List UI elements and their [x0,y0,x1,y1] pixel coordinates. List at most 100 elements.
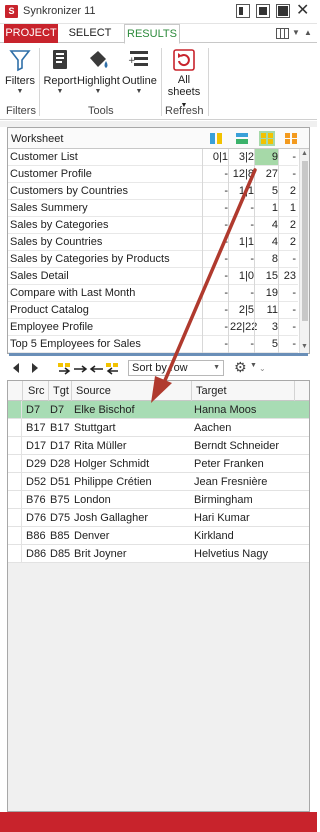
cell-count: 5 [271,185,278,197]
navigation-toolbar: Sort by row ▼ ⚙ ▼ ⌄ [7,358,310,379]
column-divider [202,149,203,353]
chevron-down-icon[interactable]: ▼ [250,362,257,369]
tgt-cell: D75 [50,512,71,524]
ribbon-divider [161,48,162,116]
title-bar: S Synkronizer 11 ✕ [0,0,317,24]
filters-button[interactable]: Filters ▼ [4,48,36,95]
column-count: - [224,304,228,316]
chevron-down-icon: ▼ [94,88,102,95]
table-row[interactable]: D76 D75 Josh Gallagher Hari Kumar [8,509,309,527]
src-cell: D17 [26,440,47,452]
row-count: - [250,338,254,350]
table-row[interactable]: D52 D51 Philippe Crétien Jean Fresnière [8,473,309,491]
cell-count: 9 [271,151,278,163]
target-cell: Berndt Schneider [194,440,279,452]
previous-icon[interactable] [13,363,19,373]
chevron-up-icon[interactable]: ▲ [304,28,312,37]
source-cell: Philippe Crétien [74,476,152,488]
jump-last-icon[interactable] [105,362,120,375]
column-header-src[interactable]: Src [28,385,45,397]
chevron-down-icon[interactable]: ▼ [292,28,300,37]
tgt-cell: D28 [50,458,71,470]
source-cell: Holger Schmidt [74,458,150,470]
table-row[interactable]: D86 D85 Brit Joyner Helvetius Nagy [8,545,309,563]
paint-bucket-icon [85,48,111,72]
all-sheets-label-line1: All [177,74,191,86]
row-header [8,491,22,509]
column-count: - [224,236,228,248]
table-row[interactable]: D17 D17 Rita Müller Berndt Schneider [8,437,309,455]
column-count: - [224,202,228,214]
column-header-target[interactable]: Target [196,385,227,397]
cell-differences-icon[interactable] [259,131,275,146]
layout-left-icon[interactable] [236,4,250,18]
cell-count: 11 [266,304,278,316]
tgt-cell: D7 [50,404,65,416]
table-row[interactable]: D7 D7 Elke Bischof Hanna Moos [8,401,309,419]
close-icon[interactable]: ✕ [296,2,309,20]
column-count: - [224,253,228,265]
panel-splitter[interactable] [9,353,308,356]
table-row[interactable]: B76 B75 London Birmingham [8,491,309,509]
column-divider [22,381,23,401]
target-cell: Hanna Moos [194,404,257,416]
more-icon[interactable]: ⌄ [259,364,266,373]
source-cell: London [74,494,111,506]
target-cell: Aachen [194,422,232,434]
outline-button[interactable]: + Outline ▼ [122,48,157,95]
cell-count: 19 [265,287,278,299]
table-row[interactable]: D29 D28 Holger Schmidt Peter Franken [8,455,309,473]
tab-select[interactable]: SELECT [62,24,118,43]
arrow-left-icon[interactable] [89,362,104,375]
layout-center-icon[interactable] [256,4,270,18]
row-header [8,509,22,527]
scroll-down-icon[interactable]: ▼ [301,343,308,350]
sort-dropdown[interactable]: Sort by row ▼ [128,360,224,376]
next-icon[interactable] [32,363,38,373]
filters-label: Filters [5,75,35,87]
column-header-source[interactable]: Source [76,385,111,397]
source-cell: Rita Müller [74,440,127,452]
chevron-down-icon: ▼ [56,88,64,95]
tgt-cell: B85 [50,530,70,542]
target-cell: Peter Franken [194,458,264,470]
column-divider [294,381,295,401]
row-differences-icon[interactable] [235,132,249,145]
jump-first-icon[interactable] [57,362,72,375]
cell-count: 1 [271,202,278,214]
column-differences-icon[interactable] [209,132,223,145]
table-row[interactable]: B17 B17 Stuttgart Aachen [8,419,309,437]
formats-differences-icon[interactable] [284,132,298,145]
tgt-cell: B17 [50,422,70,434]
column-divider [254,149,255,353]
scroll-up-icon[interactable]: ▲ [301,150,308,157]
all-sheets-button[interactable]: All sheets ▼ [165,48,203,110]
target-cell: Birmingham [194,494,253,506]
format-count: - [292,304,296,316]
gear-icon[interactable]: ⚙ [234,359,247,376]
src-cell: B76 [26,494,46,506]
column-count: - [224,219,228,231]
format-count: - [292,338,296,350]
highlight-button[interactable]: Highlight ▼ [77,48,120,95]
tab-results[interactable]: RESULTS [124,24,180,44]
group-label-tools: Tools [88,105,114,117]
scrollbar-thumb[interactable] [302,161,308,321]
src-cell: D29 [26,458,47,470]
table-row[interactable]: B86 B85 Denver Kirkland [8,527,309,545]
row-count: - [250,287,254,299]
format-count: - [292,287,296,299]
window-title: Synkronizer 11 [23,5,96,17]
row-count: 3|2 [238,151,254,163]
worksheet-scrollbar[interactable]: ▲ ▼ [299,149,309,353]
ribbon: Filters ▼ Report ▼ Highlight ▼ + Outline… [0,44,317,120]
tab-project[interactable]: PROJECT [4,24,58,43]
ribbon-divider [208,48,209,116]
panel-layout-icon[interactable] [276,28,289,39]
differences-grid: Src Tgt Source Target D7 D7 Elke Bischof Ha… [7,380,310,812]
layout-full-icon[interactable] [276,4,290,18]
report-button[interactable]: Report ▼ [42,48,78,95]
sheet-name: Employee Profile [10,321,94,333]
column-header-tgt[interactable]: Tgt [53,385,69,397]
arrow-right-icon[interactable] [73,362,88,375]
